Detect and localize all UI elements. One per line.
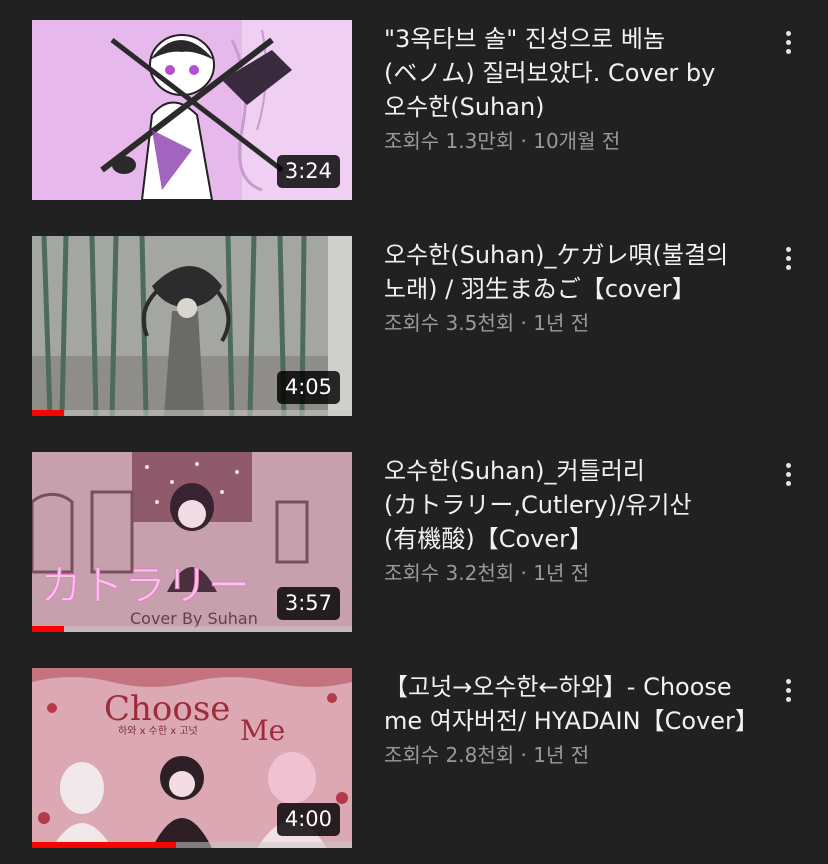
video-meta: 오수한(Suhan)_ケガレ唄(불결의 노래) / 羽生まゐご【cover】 조… — [384, 238, 754, 338]
video-title[interactable]: 오수한(Suhan)_커틀러리(カトラリー,Cutlery)/유기산(有機酸)【… — [384, 454, 754, 556]
video-stats: 조회수 3.2천회 · 1년 전 — [384, 561, 590, 585]
video-title[interactable]: 【고넛→오수한←하와】- Choose me 여자버전/ HYADAIN【Cov… — [384, 670, 759, 738]
more-vert-icon[interactable] — [770, 24, 806, 60]
video-meta: 오수한(Suhan)_커틀러리(カトラリー,Cutlery)/유기산(有機酸)【… — [384, 454, 754, 588]
more-vert-icon[interactable] — [770, 240, 806, 276]
video-list: 3:24 "3옥타브 솔" 진성으로 베놈(ベノム) 질러보았다. Cover … — [0, 0, 828, 864]
video-duration: 4:00 — [276, 803, 340, 836]
video-thumbnail[interactable]: 3:24 — [32, 20, 352, 200]
video-stats: 조회수 2.8천회 · 1년 전 — [384, 743, 590, 767]
video-title[interactable]: "3옥타브 솔" 진성으로 베놈(ベノム) 질러보았다. Cover by 오수… — [384, 22, 754, 124]
video-meta: "3옥타브 솔" 진성으로 베놈(ベノム) 질러보았다. Cover by 오수… — [384, 22, 754, 156]
video-item[interactable]: 3:24 "3옥타브 솔" 진성으로 베놈(ベノム) 질러보았다. Cover … — [0, 20, 828, 210]
thumbnail-subtitle-text: 하와 x 수한 x 고넛 — [118, 724, 198, 737]
thumbnail-title-text-2: Me — [240, 714, 285, 747]
thumbnail-title-text: カトラリー — [40, 561, 250, 610]
more-vert-icon[interactable] — [770, 672, 806, 708]
watch-progress — [32, 410, 352, 416]
video-item[interactable]: カトラリー Cover By Suhan 3:57 오수한(Suhan)_커틀러… — [0, 452, 828, 642]
watch-progress — [32, 842, 352, 848]
video-item[interactable]: 4:05 오수한(Suhan)_ケガレ唄(불결의 노래) / 羽生まゐご【cov… — [0, 236, 828, 426]
video-thumbnail[interactable]: Choose Me 하와 x 수한 x 고넛 4:00 — [32, 668, 352, 848]
video-duration: 3:57 — [276, 587, 340, 620]
video-item[interactable]: Choose Me 하와 x 수한 x 고넛 4:00 【고넛→오수한←하와】-… — [0, 668, 828, 858]
watch-progress-fill — [32, 842, 176, 848]
more-vert-icon[interactable] — [770, 456, 806, 492]
watch-progress-fill — [32, 626, 64, 632]
video-stats: 조회수 3.5천회 · 1년 전 — [384, 311, 590, 335]
thumbnail-title-text: Choose — [104, 689, 230, 729]
video-stats: 조회수 1.3만회 · 10개월 전 — [384, 129, 621, 153]
video-thumbnail[interactable]: 4:05 — [32, 236, 352, 416]
video-duration: 3:24 — [276, 155, 340, 188]
video-title[interactable]: 오수한(Suhan)_ケガレ唄(불결의 노래) / 羽生まゐご【cover】 — [384, 238, 754, 306]
watch-progress-fill — [32, 410, 64, 416]
video-duration: 4:05 — [276, 371, 340, 404]
video-meta: 【고넛→오수한←하와】- Choose me 여자버전/ HYADAIN【Cov… — [384, 670, 759, 770]
watch-progress — [32, 626, 352, 632]
video-thumbnail[interactable]: カトラリー Cover By Suhan 3:57 — [32, 452, 352, 632]
